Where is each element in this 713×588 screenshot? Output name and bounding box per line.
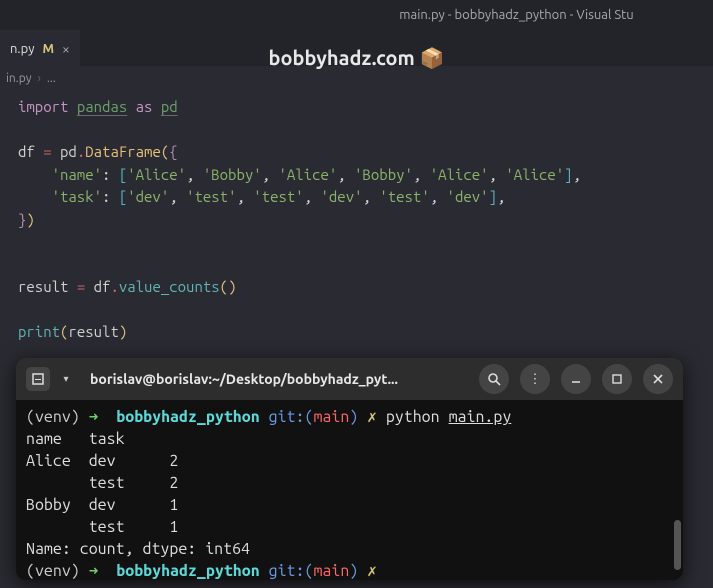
chevron-right-icon: › xyxy=(38,72,41,85)
minimize-icon xyxy=(570,373,582,385)
terminal-body[interactable]: (venv) ➜ bobbyhadz_python git:(main) ✗ p… xyxy=(16,400,683,580)
prompt-project: bobbyhadz_python xyxy=(116,408,259,426)
new-tab-button[interactable] xyxy=(26,367,50,391)
terminal-header: ▾ borislav@borislav:~/Desktop/bobbyhadz_… xyxy=(16,358,683,400)
editor-tab-main[interactable]: n.py M × xyxy=(0,30,80,66)
alias-pd: pd xyxy=(161,98,178,115)
method-value-counts: value_counts xyxy=(119,278,220,295)
window-title: main.py - bobbyhadz_python - Visual Stu xyxy=(399,8,633,22)
git-label: git: xyxy=(269,408,305,426)
keyword-import: import xyxy=(18,98,68,115)
tab-modified-indicator: M xyxy=(42,42,54,56)
terminal-scrollbar[interactable] xyxy=(674,520,681,570)
code-editor[interactable]: import pandas as pd df = pd.DataFrame({ … xyxy=(0,90,713,350)
key-name: 'name' xyxy=(52,166,102,183)
class-dataframe: DataFrame xyxy=(85,143,161,160)
close-tab-icon[interactable]: × xyxy=(62,41,70,57)
op-eq: = xyxy=(43,143,51,160)
tab-dropdown-button[interactable]: ▾ xyxy=(56,367,76,391)
output-dtype: Name: count, dtype: int64 xyxy=(26,540,250,558)
menu-button[interactable]: ⋮ xyxy=(520,364,550,394)
dirty-icon: ✗ xyxy=(367,562,377,580)
editor-tab-bar: n.py M × xyxy=(0,30,713,66)
prompt-arrow-icon: ➜ xyxy=(89,408,99,426)
git-branch: main xyxy=(313,408,349,426)
close-button[interactable] xyxy=(643,364,673,394)
dirty-icon: ✗ xyxy=(367,408,377,426)
close-icon xyxy=(653,374,663,384)
venv-indicator: (venv) xyxy=(26,408,80,426)
output-row: Bobby dev 1 xyxy=(26,496,178,514)
output-row: test 2 xyxy=(26,474,178,492)
key-task: 'task' xyxy=(52,188,102,205)
search-icon xyxy=(487,372,501,386)
command-arg: main.py xyxy=(449,408,512,426)
search-button[interactable] xyxy=(479,364,509,394)
var-df: df xyxy=(18,143,35,160)
keyword-as: as xyxy=(136,98,153,115)
terminal-title: borislav@borislav:~/Desktop/bobbyhadz_py… xyxy=(82,371,468,387)
var-result: result xyxy=(18,278,68,295)
breadcrumb-more: ... xyxy=(47,72,56,85)
prompt-arrow-icon: ➜ xyxy=(89,562,99,580)
terminal-icon xyxy=(32,373,44,385)
minimize-button[interactable] xyxy=(561,364,591,394)
maximize-icon xyxy=(612,374,622,384)
module-pandas: pandas xyxy=(77,98,127,115)
breadcrumb-file: in.py xyxy=(6,72,32,85)
command: python xyxy=(386,408,440,426)
window-title-bar: main.py - bobbyhadz_python - Visual Stu xyxy=(0,0,713,30)
chevron-down-icon: ▾ xyxy=(63,373,68,385)
op-dot: . xyxy=(77,143,85,160)
terminal-panel: ▾ borislav@borislav:~/Desktop/bobbyhadz_… xyxy=(16,358,683,580)
kebab-icon: ⋮ xyxy=(529,372,542,387)
output-header: name task xyxy=(26,430,187,448)
output-row: Alice dev 2 xyxy=(26,452,178,470)
breadcrumb[interactable]: in.py › ... xyxy=(0,66,713,90)
output-row: test 1 xyxy=(26,518,178,536)
tab-filename: n.py xyxy=(10,42,34,56)
fn-print: print xyxy=(18,323,60,340)
maximize-button[interactable] xyxy=(602,364,632,394)
ref-pd: pd xyxy=(60,143,77,160)
